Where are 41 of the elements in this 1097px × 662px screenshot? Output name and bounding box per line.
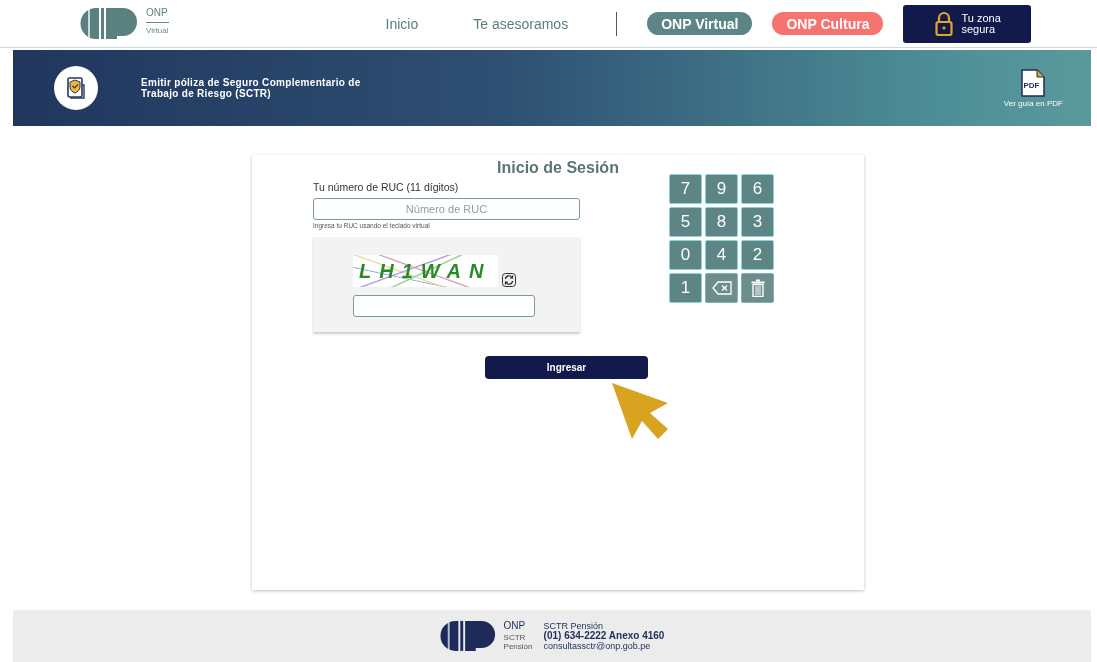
clear-key[interactable]: [741, 273, 774, 303]
padlock-icon: [935, 10, 954, 37]
keypad-key[interactable]: 6: [741, 174, 774, 204]
keypad-key[interactable]: 7: [669, 174, 702, 204]
captcha-text: LH1WAN: [358, 259, 492, 284]
ingresar-button[interactable]: Ingresar: [485, 356, 648, 379]
refresh-icon[interactable]: [502, 273, 516, 287]
backspace-icon: [711, 281, 732, 295]
footer-logo-title: ONP: [503, 620, 527, 632]
captcha-input-field[interactable]: [353, 295, 535, 317]
nav-link[interactable]: Inicio: [385, 15, 419, 32]
keypad-key[interactable]: 1: [669, 273, 702, 303]
insurance-document-icon: [53, 65, 99, 111]
ruc-input-field[interactable]: Número de RUC: [313, 198, 580, 220]
keypad-key[interactable]: 5: [669, 207, 702, 237]
keypad-key[interactable]: 2: [741, 240, 774, 270]
footer-logo-subtitle: SCTR Pensión: [503, 633, 534, 652]
logo-subtitle: Virtual: [146, 22, 169, 37]
keypad-key[interactable]: 3: [741, 207, 774, 237]
pdf-guide-link[interactable]: PDF Ver guía en PDF: [1003, 68, 1063, 108]
onp-cultura-button[interactable]: ONP Cultura: [772, 12, 884, 35]
ruc-label: Tu número de RUC (11 dígitos): [313, 181, 460, 193]
secure-zone-button[interactable]: Tu zona segura: [903, 4, 1032, 43]
trash-icon: [750, 279, 765, 297]
keypad-key[interactable]: 4: [705, 240, 738, 270]
logo-title: ONP: [146, 7, 169, 19]
page-title: Emitir póliza de Seguro Complementario de Trabajo de Riesgo (SCTR): [141, 77, 362, 99]
keypad-key[interactable]: 9: [705, 174, 738, 204]
footer-title: SCTR Pensión: [543, 621, 605, 631]
keypad-key[interactable]: 0: [669, 240, 702, 270]
logo-icon: [439, 620, 498, 652]
nav-link[interactable]: Te asesoramos: [473, 15, 569, 32]
keypad-key[interactable]: 8: [705, 207, 738, 237]
pdf-icon-label: PDF: [1023, 80, 1040, 90]
footer-phone: (01) 634-2222 Anexo 4160: [543, 631, 665, 641]
footer-email: consultassctr@onp.gob.pe: [543, 641, 652, 651]
backspace-key[interactable]: [705, 273, 738, 303]
onp-virtual-button[interactable]: ONP Virtual: [647, 12, 753, 35]
logo-icon: [80, 7, 140, 40]
login-title: Inicio de Sesión: [496, 158, 620, 177]
cursor-arrow-icon: [612, 383, 668, 439]
